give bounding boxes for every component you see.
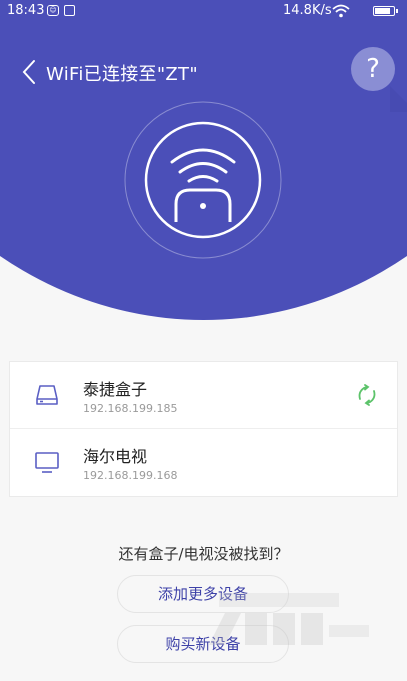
device-name: 海尔电视 [83, 447, 148, 466]
device-ip: 192.168.199.185 [83, 402, 178, 415]
router-wifi-icon [124, 101, 282, 259]
device-name: 泰捷盒子 [83, 380, 148, 399]
missing-device-prompt: 还有盒子/电视没被找到？ [118, 545, 289, 563]
link-icon[interactable] [356, 384, 378, 406]
tv-icon [35, 452, 59, 473]
status-bar: 18:43 ☺ 14.8K/s [0, 0, 407, 22]
notification-icon [64, 5, 75, 16]
app-notification-icon: ☺ [47, 5, 59, 16]
device-row-tv[interactable]: 海尔电视 192.168.199.168 [10, 429, 397, 496]
help-button[interactable]: ? [351, 47, 395, 91]
status-time: 18:43 [7, 3, 45, 18]
watermark-logo [209, 593, 369, 645]
device-row-tv-box[interactable]: 泰捷盒子 192.168.199.185 [10, 362, 397, 429]
device-list: 泰捷盒子 192.168.199.185 海尔电视 192.168.199.16… [9, 361, 398, 497]
wifi-signal-icon [332, 4, 350, 18]
network-speed: 14.8K/s [283, 3, 332, 18]
tv-box-icon [36, 385, 58, 405]
device-ip: 192.168.199.168 [83, 469, 178, 482]
back-button[interactable] [18, 58, 42, 86]
battery-level [375, 8, 391, 14]
battery-icon [373, 6, 398, 16]
page-title: WiFi已连接至"ZT" [46, 64, 198, 85]
